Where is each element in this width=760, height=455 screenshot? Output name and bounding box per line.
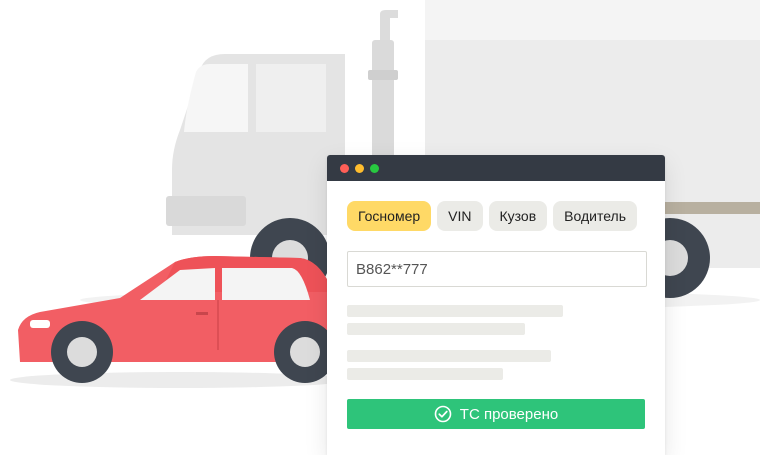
tab-voditel[interactable]: Водитель [553,201,637,231]
truck-bumper [166,196,246,226]
minimize-dot[interactable] [355,163,364,173]
car-door-handle [196,312,208,315]
car-wheel-rear-hub [290,337,320,367]
tab-kuzov[interactable]: Кузов [488,201,548,231]
close-dot[interactable] [340,163,349,173]
car-headlight [30,320,50,328]
maximize-dot[interactable] [370,163,379,173]
skeleton-line [347,323,525,335]
truck-chassis-stripe [660,202,760,214]
vehicle-check-window: Госномер VIN Кузов Водитель ТС проверено [327,155,665,455]
truck-exhaust-band [368,70,398,80]
check-circle-icon [434,405,452,423]
car [10,256,350,388]
skeleton-line [347,350,551,362]
plate-number-input[interactable] [347,251,647,287]
verified-label: ТС проверено [459,405,559,423]
skeleton-line [347,368,503,380]
vehicle-verified-banner[interactable]: ТС проверено [347,399,645,429]
tab-gosnomer[interactable]: Госномер [347,201,432,231]
tab-vin[interactable]: VIN [437,201,483,231]
truck-exhaust-pipe [380,10,398,40]
car-wheel-front-hub [67,337,97,367]
truck-side-window [256,64,326,132]
truck-windshield [184,64,248,132]
truck-cargo-shade [425,0,760,40]
car-window-rear [222,268,310,300]
window-titlebar [327,155,665,181]
search-type-tabs: Госномер VIN Кузов Водитель [347,201,637,231]
skeleton-line [347,305,563,317]
